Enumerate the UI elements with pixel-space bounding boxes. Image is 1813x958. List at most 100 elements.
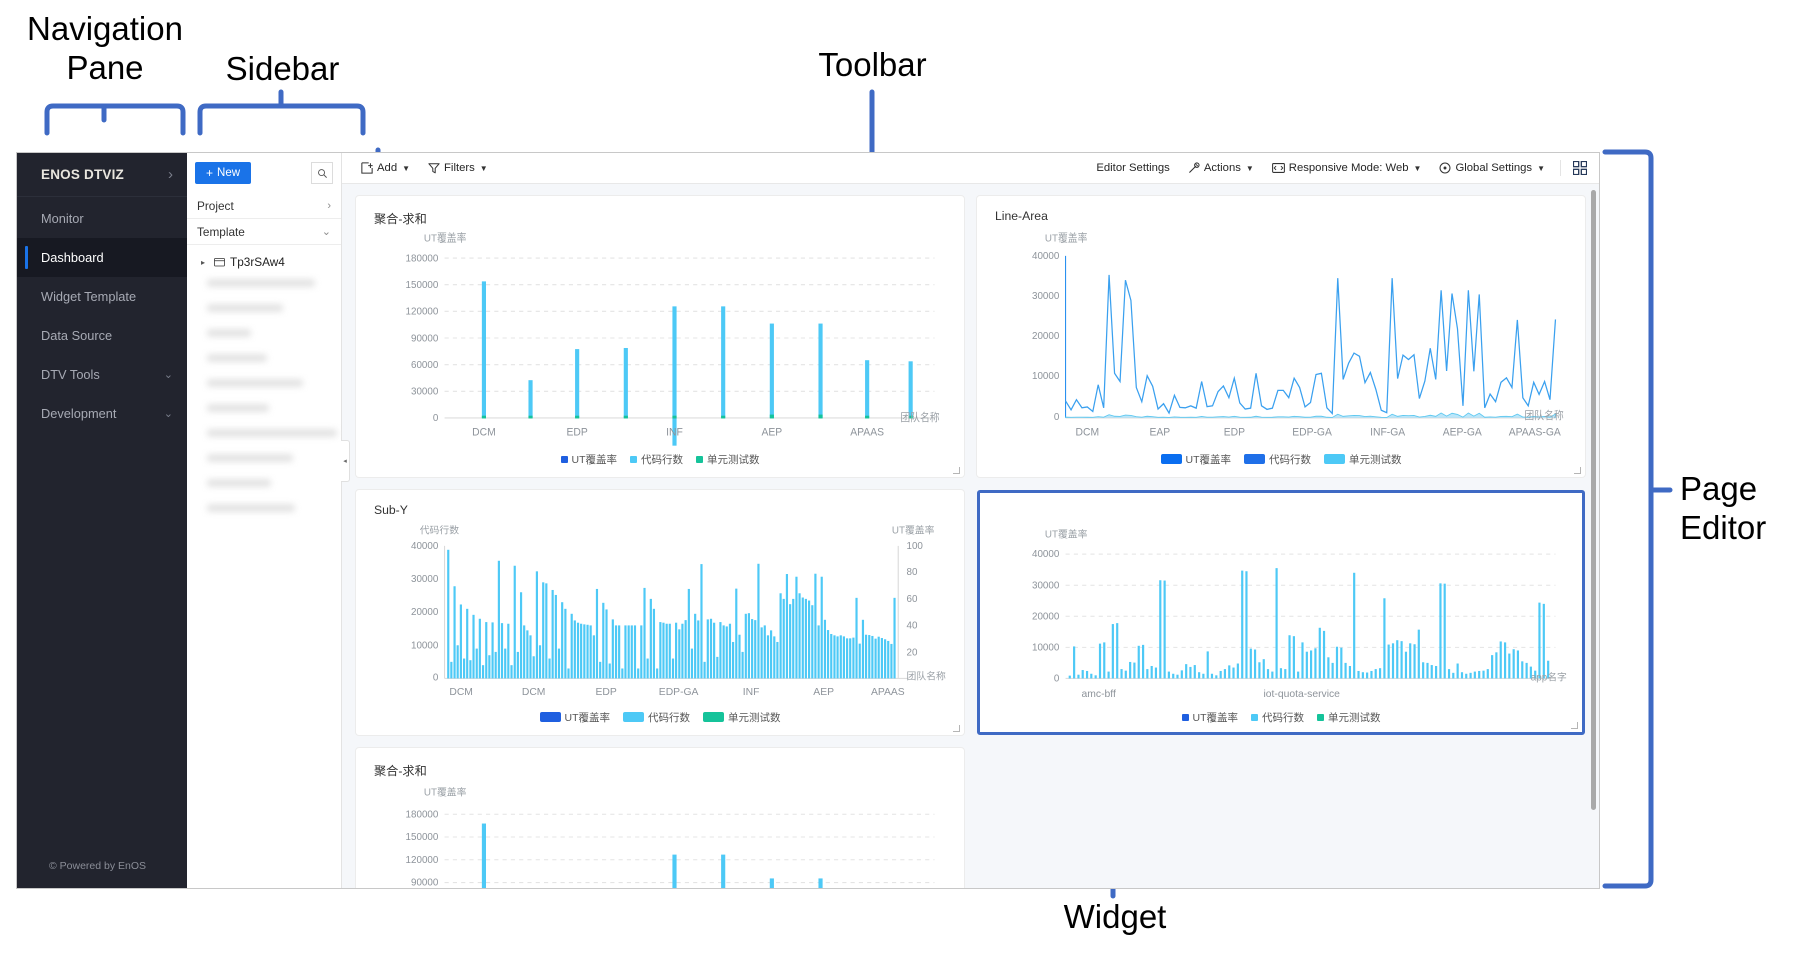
list-item[interactable] [207, 354, 267, 362]
sidebar-row-template[interactable]: Template ⌄ [187, 219, 341, 245]
svg-text:10000: 10000 [411, 640, 439, 651]
legend-item[interactable]: UT覆盖率 [539, 710, 610, 725]
list-item[interactable] [207, 279, 315, 287]
svg-text:amc-bff: amc-bff [1082, 689, 1116, 700]
search-icon[interactable] [311, 162, 333, 184]
tree-item-tp3rsaw4[interactable]: ▸ Tp3rSAw4 [187, 251, 341, 273]
y-axis-label: UT覆盖率 [424, 786, 467, 799]
y-gridlines [444, 813, 935, 884]
sidebar-item-monitor[interactable]: Monitor [17, 199, 187, 238]
series-area [1065, 412, 1556, 418]
list-item[interactable] [207, 454, 293, 462]
list-item[interactable] [207, 429, 337, 437]
actions-label: Actions [1203, 162, 1241, 174]
legend-label: UT覆盖率 [1185, 453, 1232, 466]
annotation-widget: Widget [1063, 898, 1167, 935]
editor-canvas[interactable]: 聚合-求和 UT覆盖率 180000 150000 120000 90000 6… [342, 184, 1599, 888]
filters-button[interactable]: Filters ▼ [419, 159, 497, 177]
svg-text:APAAS: APAAS [871, 687, 905, 698]
chart-svg: UT覆盖率 180000 150000 120000 90000 [406, 786, 935, 888]
svg-text:30000: 30000 [411, 574, 439, 585]
x-axis-label: app名字 [1531, 670, 1567, 683]
list-item[interactable] [207, 404, 269, 412]
legend-item[interactable]: UT覆盖率 [1181, 710, 1239, 725]
legend-item[interactable]: 代码行数 [623, 710, 690, 725]
resize-handle[interactable] [953, 725, 960, 732]
legend-item[interactable]: 单元测试数 [1324, 452, 1402, 467]
svg-text:120000: 120000 [406, 855, 439, 866]
legend-label: UT覆盖率 [1192, 711, 1239, 724]
chart-sub-y: 代码行数 UT覆盖率 40000 30000 20000 10000 0 100… [370, 521, 950, 707]
legend-item[interactable]: 单元测试数 [1317, 710, 1381, 725]
legend-item[interactable]: UT覆盖率 [560, 452, 617, 467]
responsive-icon [1271, 163, 1285, 173]
sidebar-row-label: Project [197, 198, 234, 213]
legend-item[interactable]: 代码行数 [1244, 452, 1311, 467]
widget-aggregate-sum-bottom[interactable]: 聚合-求和 UT覆盖率 180000 150000 120000 90000 [356, 748, 964, 888]
tree-item-label: Tp3rSAw4 [230, 255, 285, 269]
list-item[interactable] [207, 504, 295, 512]
svg-text:40: 40 [907, 621, 918, 632]
sidebar-item-dashboard[interactable]: Dashboard [17, 238, 187, 277]
sidebar-item-widget-template[interactable]: Widget Template [17, 277, 187, 316]
x-axis-label: 团队名称 [1524, 409, 1563, 422]
widget-aggregate-sum-top[interactable]: 聚合-求和 UT覆盖率 180000 150000 120000 90000 6… [356, 196, 964, 477]
legend-label: 代码行数 [641, 453, 683, 466]
resize-handle[interactable] [1574, 467, 1581, 474]
resize-handle[interactable] [953, 467, 960, 474]
widget-title: 聚合-求和 [374, 212, 427, 226]
svg-text:20000: 20000 [1032, 611, 1060, 622]
fullscreen-icon [1573, 161, 1587, 175]
global-settings-button[interactable]: Global Settings ▼ [1430, 159, 1554, 177]
canvas-scrollbar[interactable] [1591, 190, 1596, 810]
widget-line-area[interactable]: Line-Area UT覆盖率 40000 30000 20000 10000 … [977, 196, 1585, 477]
chart-legend: UT覆盖率 代码行数 单元测试数 [370, 449, 950, 469]
sidebar-collapse-handle[interactable]: ◂ [341, 440, 350, 482]
svg-text:DCM: DCM [449, 687, 473, 698]
chart-app-bars: UT覆盖率 40000 30000 20000 10000 0 amc-bff … [991, 521, 1571, 707]
editor-settings-button[interactable]: Editor Settings [1087, 159, 1178, 177]
list-item[interactable] [207, 329, 251, 337]
add-button[interactable]: Add ▼ [352, 159, 419, 177]
svg-text:20000: 20000 [411, 607, 439, 618]
list-item[interactable] [207, 479, 271, 487]
svg-text:30000: 30000 [1032, 580, 1060, 591]
list-item[interactable] [207, 379, 303, 387]
global-settings-label: Global Settings [1455, 162, 1533, 174]
legend-item[interactable]: UT覆盖率 [1160, 452, 1232, 467]
legend-item[interactable]: 单元测试数 [696, 452, 760, 467]
widget-sub-y[interactable]: Sub-Y 代码行数 UT覆盖率 40000 30000 20000 10000… [356, 490, 964, 735]
widget-app-bars[interactable]: UT覆盖率 40000 30000 20000 10000 0 amc-bff … [977, 490, 1585, 735]
fullscreen-button[interactable] [1567, 158, 1593, 178]
list-item[interactable] [207, 304, 283, 312]
sidebar-item-development[interactable]: Development ⌄ [17, 394, 187, 433]
nav-brand[interactable]: ENOS DTVIZ › [17, 153, 187, 197]
legend-item[interactable]: 代码行数 [630, 452, 683, 467]
nav-item-list: Monitor Dashboard Widget Template Data S… [17, 197, 187, 860]
legend-item[interactable]: 单元测试数 [703, 710, 781, 725]
svg-text:180000: 180000 [406, 253, 439, 264]
actions-button[interactable]: Actions ▼ [1179, 159, 1263, 177]
toolbar-left-group: Add ▼ Filters ▼ [352, 159, 497, 177]
svg-text:0: 0 [1054, 412, 1060, 423]
nav-item-label: Widget Template [41, 289, 137, 304]
svg-text:40000: 40000 [411, 541, 439, 552]
wand-icon [1188, 162, 1200, 173]
legend-label: 代码行数 [1262, 711, 1304, 724]
chevron-down-icon: ⌄ [321, 226, 331, 238]
x-tick-labels: amc-bff iot-quota-service [1082, 689, 1341, 700]
resize-handle[interactable] [1571, 722, 1578, 729]
svg-text:DCM: DCM [472, 426, 496, 438]
chevron-down-icon: ⌄ [163, 369, 173, 381]
sidebar-item-dtv-tools[interactable]: DTV Tools ⌄ [17, 355, 187, 394]
new-button[interactable]: + New [195, 162, 252, 184]
y-tick-labels: 40000 30000 20000 10000 0 [1032, 251, 1060, 423]
legend-label: 单元测试数 [728, 711, 781, 724]
sidebar-row-project[interactable]: Project › [187, 193, 341, 219]
sidebar-toolbar: + New [187, 153, 341, 193]
y-tick-labels: 180000 150000 120000 90000 [406, 809, 439, 888]
sidebar-item-data-source[interactable]: Data Source [17, 316, 187, 355]
svg-text:INF: INF [743, 687, 760, 698]
legend-item[interactable]: 代码行数 [1251, 710, 1304, 725]
responsive-mode-button[interactable]: Responsive Mode: Web ▼ [1263, 159, 1431, 177]
